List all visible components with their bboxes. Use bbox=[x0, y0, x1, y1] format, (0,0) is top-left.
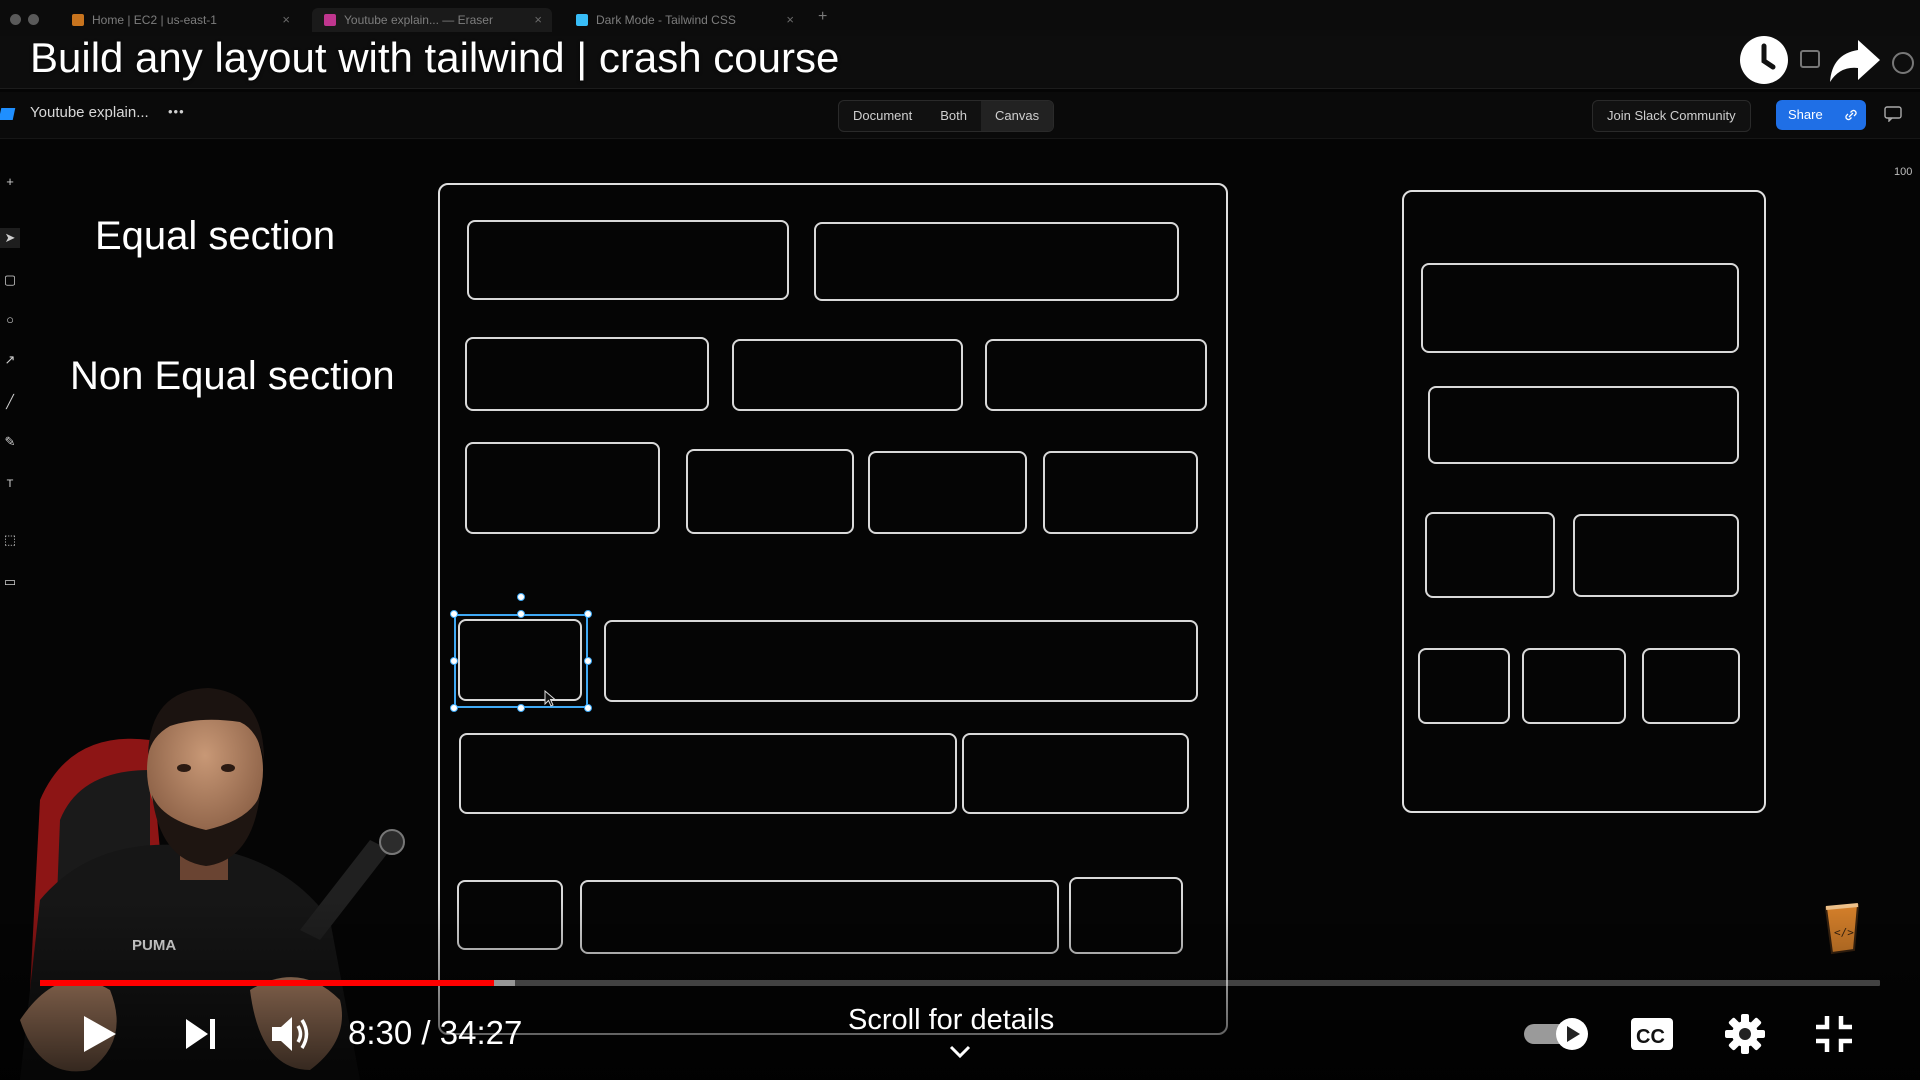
exit-fullscreen-icon[interactable] bbox=[1814, 1014, 1854, 1054]
share-arrow-icon[interactable] bbox=[1828, 38, 1882, 84]
wireframe-box[interactable] bbox=[1522, 648, 1626, 724]
wireframe-box[interactable] bbox=[1642, 648, 1740, 724]
document-name[interactable]: Youtube explain... bbox=[30, 104, 149, 121]
tab-favicon-icon bbox=[72, 14, 84, 26]
comments-icon[interactable] bbox=[1884, 106, 1902, 122]
resize-handle[interactable] bbox=[450, 704, 458, 712]
wireframe-box[interactable] bbox=[1428, 386, 1739, 464]
join-slack-button[interactable]: Join Slack Community bbox=[1592, 100, 1751, 132]
selection-box[interactable] bbox=[454, 614, 588, 708]
svg-text:CC: CC bbox=[1636, 1026, 1665, 1048]
gear-icon[interactable] bbox=[1724, 1013, 1766, 1055]
resize-handle[interactable] bbox=[584, 610, 592, 618]
tab-favicon-icon bbox=[324, 14, 336, 26]
skip-next-icon[interactable] bbox=[184, 1017, 218, 1051]
resize-handle[interactable] bbox=[450, 610, 458, 618]
play-icon[interactable] bbox=[80, 1014, 118, 1054]
wireframe-box[interactable] bbox=[868, 451, 1027, 534]
wireframe-box[interactable] bbox=[1425, 512, 1555, 598]
rotate-handle[interactable] bbox=[517, 593, 525, 601]
wireframe-box[interactable] bbox=[686, 449, 854, 534]
wireframe-box[interactable] bbox=[1421, 263, 1739, 353]
wireframe-box[interactable] bbox=[604, 620, 1198, 702]
wireframe-box[interactable] bbox=[459, 733, 957, 814]
view-mode-document[interactable]: Document bbox=[839, 101, 926, 131]
view-mode-canvas[interactable]: Canvas bbox=[981, 101, 1054, 131]
autoplay-toggle-icon[interactable] bbox=[1522, 1016, 1594, 1052]
non-equal-section-label: Non Equal section bbox=[70, 354, 395, 398]
resize-handle[interactable] bbox=[517, 704, 525, 712]
eraser-logo-icon bbox=[0, 108, 16, 120]
current-time: 8:30 bbox=[348, 1014, 413, 1051]
wireframe-box[interactable] bbox=[985, 339, 1207, 411]
zoom-level[interactable]: 100 bbox=[1894, 166, 1912, 178]
resize-handle[interactable] bbox=[584, 657, 592, 665]
add-tool-icon[interactable]: + bbox=[0, 172, 20, 192]
equal-section-label: Equal section bbox=[95, 214, 336, 258]
browser-tab[interactable]: Dark Mode - Tailwind CSS × bbox=[564, 8, 804, 32]
window-minimize-dot[interactable] bbox=[28, 14, 39, 25]
wireframe-box[interactable] bbox=[467, 220, 789, 300]
wireframe-box[interactable] bbox=[1043, 451, 1198, 534]
view-mode-switch: Document Both Canvas bbox=[838, 100, 1055, 132]
tab-label: Dark Mode - Tailwind CSS bbox=[596, 13, 736, 27]
chevron-down-icon[interactable] bbox=[948, 1044, 972, 1060]
profile-avatar[interactable] bbox=[1892, 52, 1914, 74]
tab-label: Home | EC2 | us-east-1 bbox=[92, 13, 217, 27]
duration: 34:27 bbox=[439, 1014, 523, 1051]
resize-handle[interactable] bbox=[450, 657, 458, 665]
share-doc-button[interactable]: Share bbox=[1776, 100, 1866, 130]
wireframe-box[interactable] bbox=[465, 337, 709, 411]
window-close-dot[interactable] bbox=[10, 14, 21, 25]
scroll-for-details-hint[interactable]: Scroll for details bbox=[848, 1004, 1054, 1037]
text-tool-icon[interactable]: T bbox=[0, 474, 20, 494]
browser-tab-strip: Home | EC2 | us-east-1 × Youtube explain… bbox=[0, 0, 1920, 36]
tab-favicon-icon bbox=[576, 14, 588, 26]
tab-close-icon[interactable]: × bbox=[534, 12, 542, 27]
time-display: 8:30 / 34:27 bbox=[348, 1014, 522, 1052]
line-tool-icon[interactable]: ╱ bbox=[0, 392, 20, 412]
tab-close-icon[interactable]: × bbox=[786, 12, 794, 27]
wireframe-box[interactable] bbox=[465, 442, 660, 534]
ellipse-tool-icon[interactable]: ○ bbox=[0, 310, 20, 330]
video-title[interactable]: Build any layout with tailwind | crash c… bbox=[30, 34, 839, 82]
browser-tab[interactable]: Home | EC2 | us-east-1 × bbox=[60, 8, 300, 32]
share-doc-label: Share bbox=[1788, 107, 1823, 122]
cc-icon[interactable]: CC bbox=[1630, 1016, 1674, 1052]
extensions-icon[interactable] bbox=[1800, 50, 1820, 68]
clock-icon[interactable] bbox=[1738, 34, 1790, 86]
resize-handle[interactable] bbox=[517, 610, 525, 618]
wireframe-box[interactable] bbox=[814, 222, 1179, 301]
select-tool-icon[interactable]: ➤ bbox=[0, 228, 20, 248]
document-more-button[interactable]: ••• bbox=[168, 104, 185, 119]
time-separator: / bbox=[412, 1014, 440, 1051]
tab-label: Youtube explain... — Eraser bbox=[344, 13, 493, 27]
arrow-tool-icon[interactable]: ↗ bbox=[0, 350, 20, 370]
frame-tool-icon[interactable]: ⬚ bbox=[0, 530, 20, 550]
link-icon bbox=[1845, 109, 1857, 121]
view-mode-both[interactable]: Both bbox=[926, 101, 981, 131]
pencil-tool-icon[interactable]: ✎ bbox=[0, 432, 20, 452]
wireframe-box[interactable] bbox=[962, 733, 1189, 814]
tab-close-icon[interactable]: × bbox=[282, 12, 290, 27]
browser-tab-active[interactable]: Youtube explain... — Eraser × bbox=[312, 8, 552, 32]
rectangle-tool-icon[interactable]: ▢ bbox=[0, 270, 20, 290]
progress-played bbox=[40, 980, 494, 986]
new-tab-button[interactable]: + bbox=[818, 8, 827, 26]
resize-handle[interactable] bbox=[584, 704, 592, 712]
comment-tool-icon[interactable]: ▭ bbox=[0, 572, 20, 592]
wireframe-box[interactable] bbox=[1418, 648, 1510, 724]
wireframe-box[interactable] bbox=[1573, 514, 1739, 597]
wireframe-box[interactable] bbox=[732, 339, 963, 411]
mouse-cursor-icon bbox=[544, 690, 557, 707]
volume-icon[interactable] bbox=[270, 1014, 314, 1054]
